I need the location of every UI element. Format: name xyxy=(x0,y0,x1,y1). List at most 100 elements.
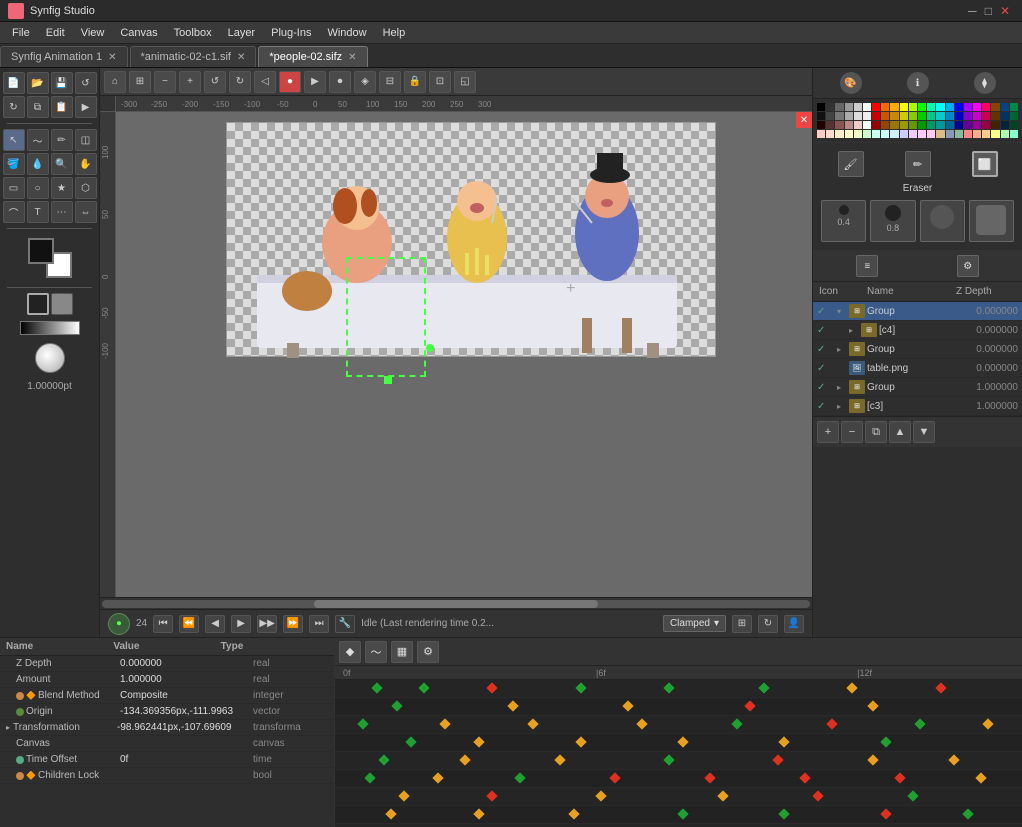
clamp-dropdown[interactable]: Clamped ▾ xyxy=(663,615,726,632)
tab-close-icon[interactable]: ✕ xyxy=(348,52,356,63)
diamond-5-2[interactable] xyxy=(514,772,525,783)
control-point-bottom[interactable] xyxy=(384,376,392,384)
color-swatch-66[interactable] xyxy=(817,130,825,138)
color-swatch-34[interactable] xyxy=(927,112,935,120)
color-swatch-38[interactable] xyxy=(964,112,972,120)
diamond-6-4[interactable] xyxy=(813,790,824,801)
color-swatch-10[interactable] xyxy=(909,103,917,111)
color-swatch-44[interactable] xyxy=(817,121,825,129)
color-swatch-61[interactable] xyxy=(973,121,981,129)
tool-fill-solid[interactable] xyxy=(51,293,73,315)
prop-row-time-offset[interactable]: Time Offset 0f time xyxy=(0,752,334,768)
color-swatch-4[interactable] xyxy=(854,103,862,111)
menu-plugins[interactable]: Plug-Ins xyxy=(263,25,319,41)
color-swatch-79[interactable] xyxy=(936,130,944,138)
color-swatch-62[interactable] xyxy=(982,121,990,129)
color-swatch-28[interactable] xyxy=(872,112,880,120)
foreground-color[interactable] xyxy=(28,238,54,264)
color-swatch-59[interactable] xyxy=(955,121,963,129)
diamond-6-0[interactable] xyxy=(398,790,409,801)
timeline-btn-waypoints[interactable]: ◆ xyxy=(339,641,361,663)
color-swatch-30[interactable] xyxy=(890,112,898,120)
layer-row-5[interactable]: ✓ ▸ ⊞ [c3] 1.000000 xyxy=(813,397,1022,416)
diamond-2-6[interactable] xyxy=(914,718,925,729)
color-swatch-0[interactable] xyxy=(817,103,825,111)
diamond-0-7[interactable] xyxy=(935,682,946,693)
color-swatch-60[interactable] xyxy=(964,121,972,129)
diamond-2-4[interactable] xyxy=(731,718,742,729)
tool-smooth[interactable]: 〜 xyxy=(27,129,49,151)
color-swatch-49[interactable] xyxy=(863,121,871,129)
tool-copy[interactable]: ⧉ xyxy=(27,96,49,118)
canvas-safe-area[interactable]: ⊡ xyxy=(429,71,451,93)
color-swatch-47[interactable] xyxy=(845,121,853,129)
diamond-1-2[interactable] xyxy=(623,700,634,711)
color-swatch-43[interactable] xyxy=(1010,112,1018,120)
color-swatch-20[interactable] xyxy=(1001,103,1009,111)
color-swatch-45[interactable] xyxy=(826,121,834,129)
color-swatch-17[interactable] xyxy=(973,103,981,111)
diamond-1-0[interactable] xyxy=(392,700,403,711)
color-swatch-8[interactable] xyxy=(890,103,898,111)
layer-row-3[interactable]: ✓ 🖼 table.png 0.000000 xyxy=(813,359,1022,378)
btn-play[interactable]: ▶ xyxy=(231,615,251,633)
color-swatch-36[interactable] xyxy=(946,112,954,120)
btn-step-fwd[interactable]: ▶▶ xyxy=(257,615,277,633)
prop-value-6[interactable]: 0f xyxy=(120,754,253,765)
color-swatch-25[interactable] xyxy=(845,112,853,120)
diamond-1-3[interactable] xyxy=(745,700,756,711)
tab-animatic[interactable]: *animatic-02-c1.sif ✕ xyxy=(130,46,257,67)
diamond-6-2[interactable] xyxy=(595,790,606,801)
canvas-grid[interactable]: ⊟ xyxy=(379,71,401,93)
btn-person[interactable]: 👤 xyxy=(784,615,804,633)
brush-type-1[interactable]: 🖌 xyxy=(838,151,864,177)
color-swatch-70[interactable] xyxy=(854,130,862,138)
color-swatch-19[interactable] xyxy=(991,103,999,111)
color-swatch-2[interactable] xyxy=(835,103,843,111)
color-swatch-5[interactable] xyxy=(863,103,871,111)
tool-rectangle[interactable]: ▭ xyxy=(3,177,25,199)
tool-feather[interactable]: ⋯ xyxy=(51,201,73,223)
btn-record-tool[interactable]: 🔧 xyxy=(335,615,355,633)
diamond-5-4[interactable] xyxy=(704,772,715,783)
color-swatch-35[interactable] xyxy=(936,112,944,120)
color-swatch-29[interactable] xyxy=(881,112,889,120)
tool-bline[interactable]: ⌒ xyxy=(3,201,25,223)
prop-value-3[interactable]: -134.369356px,-111.9963 xyxy=(120,706,253,717)
panel-tab-info[interactable]: ℹ xyxy=(907,72,929,94)
menu-layer[interactable]: Layer xyxy=(220,25,264,41)
diamond-7-6[interactable] xyxy=(962,808,973,819)
diamond-2-7[interactable] xyxy=(982,718,993,729)
canvas-zoom-in[interactable]: + xyxy=(179,71,201,93)
tool-open-file[interactable]: 📂 xyxy=(27,72,49,94)
tool-star[interactable]: ★ xyxy=(51,177,73,199)
color-swatch-82[interactable] xyxy=(964,130,972,138)
color-swatch-53[interactable] xyxy=(900,121,908,129)
color-swatch-33[interactable] xyxy=(918,112,926,120)
diamond-4-0[interactable] xyxy=(378,754,389,765)
color-swatch-48[interactable] xyxy=(854,121,862,129)
tool-new-file[interactable]: 📄 xyxy=(3,72,25,94)
color-swatch-77[interactable] xyxy=(918,130,926,138)
tab-close-icon[interactable]: ✕ xyxy=(237,52,245,63)
canvas-record[interactable]: ⏺ xyxy=(329,71,351,93)
color-swatch-14[interactable] xyxy=(946,103,954,111)
prop-value-0[interactable]: 0.000000 xyxy=(120,658,253,669)
layer-check-5[interactable]: ✓ xyxy=(817,401,829,412)
tool-circle[interactable]: ○ xyxy=(27,177,49,199)
color-swatch-11[interactable] xyxy=(918,103,926,111)
color-swatch-15[interactable] xyxy=(955,103,963,111)
tool-mirror[interactable]: ⇔ xyxy=(75,201,97,223)
layer-check-0[interactable]: ✓ xyxy=(817,306,829,317)
maximize-btn[interactable]: □ xyxy=(985,4,992,18)
color-swatch-72[interactable] xyxy=(872,130,880,138)
diamond-2-1[interactable] xyxy=(439,718,450,729)
canvas-fit[interactable]: ⊞ xyxy=(129,71,151,93)
color-swatch-40[interactable] xyxy=(982,112,990,120)
diamond-3-3[interactable] xyxy=(677,736,688,747)
canvas-draft[interactable]: ◱ xyxy=(454,71,476,93)
btn-safe-zone[interactable]: ⊞ xyxy=(732,615,752,633)
color-swatch-69[interactable] xyxy=(845,130,853,138)
tool-text[interactable]: T xyxy=(27,201,49,223)
control-point-right[interactable] xyxy=(426,344,434,352)
